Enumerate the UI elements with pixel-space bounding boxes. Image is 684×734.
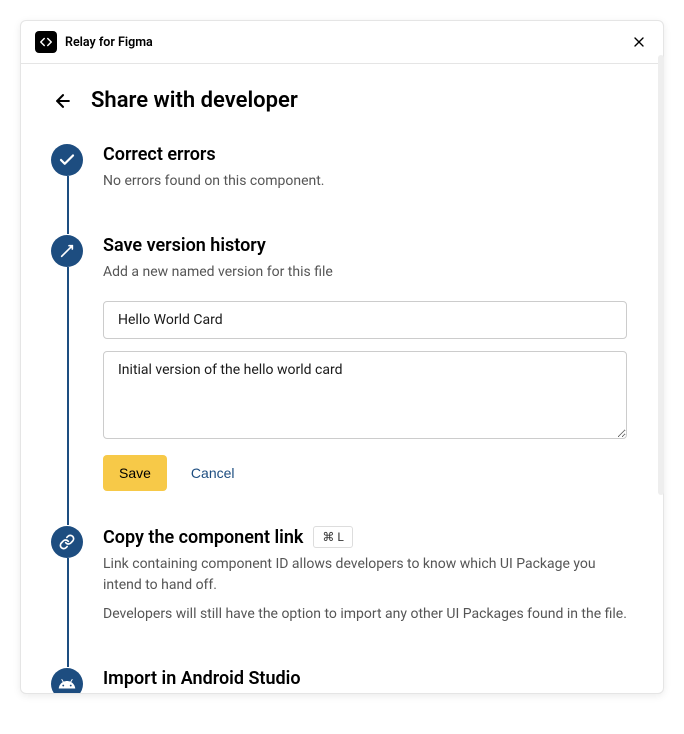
link-icon	[51, 526, 83, 558]
step-save-version: Save version history Add a new named ver…	[103, 235, 627, 523]
step-title-text: Copy the component link	[103, 527, 303, 548]
step-title: Copy the component link ⌘ L	[103, 526, 627, 548]
check-icon	[51, 144, 83, 176]
version-description-input[interactable]	[103, 351, 627, 439]
step-connector	[67, 176, 69, 234]
step-subtitle: No errors found on this component.	[103, 171, 627, 192]
step-import-android: Import in Android Studio Share this link…	[103, 668, 627, 693]
form-buttons: Save Cancel	[103, 455, 627, 491]
version-name-input[interactable]	[103, 301, 627, 339]
save-button[interactable]: Save	[103, 455, 167, 491]
back-button[interactable]	[51, 89, 75, 113]
step-subtitle: Add a new named version for this file	[103, 262, 627, 283]
step-title: Import in Android Studio	[103, 668, 627, 689]
step-connector	[67, 267, 69, 525]
cancel-button[interactable]: Cancel	[191, 465, 235, 481]
step-subtitle: Developers will still have the option to…	[103, 604, 627, 625]
step-connector	[67, 558, 69, 667]
step-copy-link: Copy the component link ⌘ L Link contain…	[103, 526, 627, 665]
plugin-name: Relay for Figma	[65, 35, 629, 50]
content-area: Correct errors No errors found on this c…	[21, 133, 663, 693]
step-title: Save version history	[103, 235, 627, 256]
step-correct-errors: Correct errors No errors found on this c…	[103, 144, 627, 232]
page-title: Share with developer	[91, 88, 298, 113]
close-button[interactable]	[629, 32, 649, 52]
share-panel: Relay for Figma Share with developer	[20, 20, 664, 694]
header-bar: Relay for Figma	[21, 21, 663, 64]
page-header: Share with developer	[21, 64, 663, 133]
step-title: Correct errors	[103, 144, 627, 165]
android-icon	[51, 668, 83, 693]
keyboard-shortcut: ⌘ L	[313, 526, 352, 548]
plugin-icon	[35, 31, 57, 53]
pencil-icon	[51, 235, 83, 267]
step-subtitle: Link containing component ID allows deve…	[103, 554, 627, 596]
version-form: Save Cancel	[103, 301, 627, 491]
